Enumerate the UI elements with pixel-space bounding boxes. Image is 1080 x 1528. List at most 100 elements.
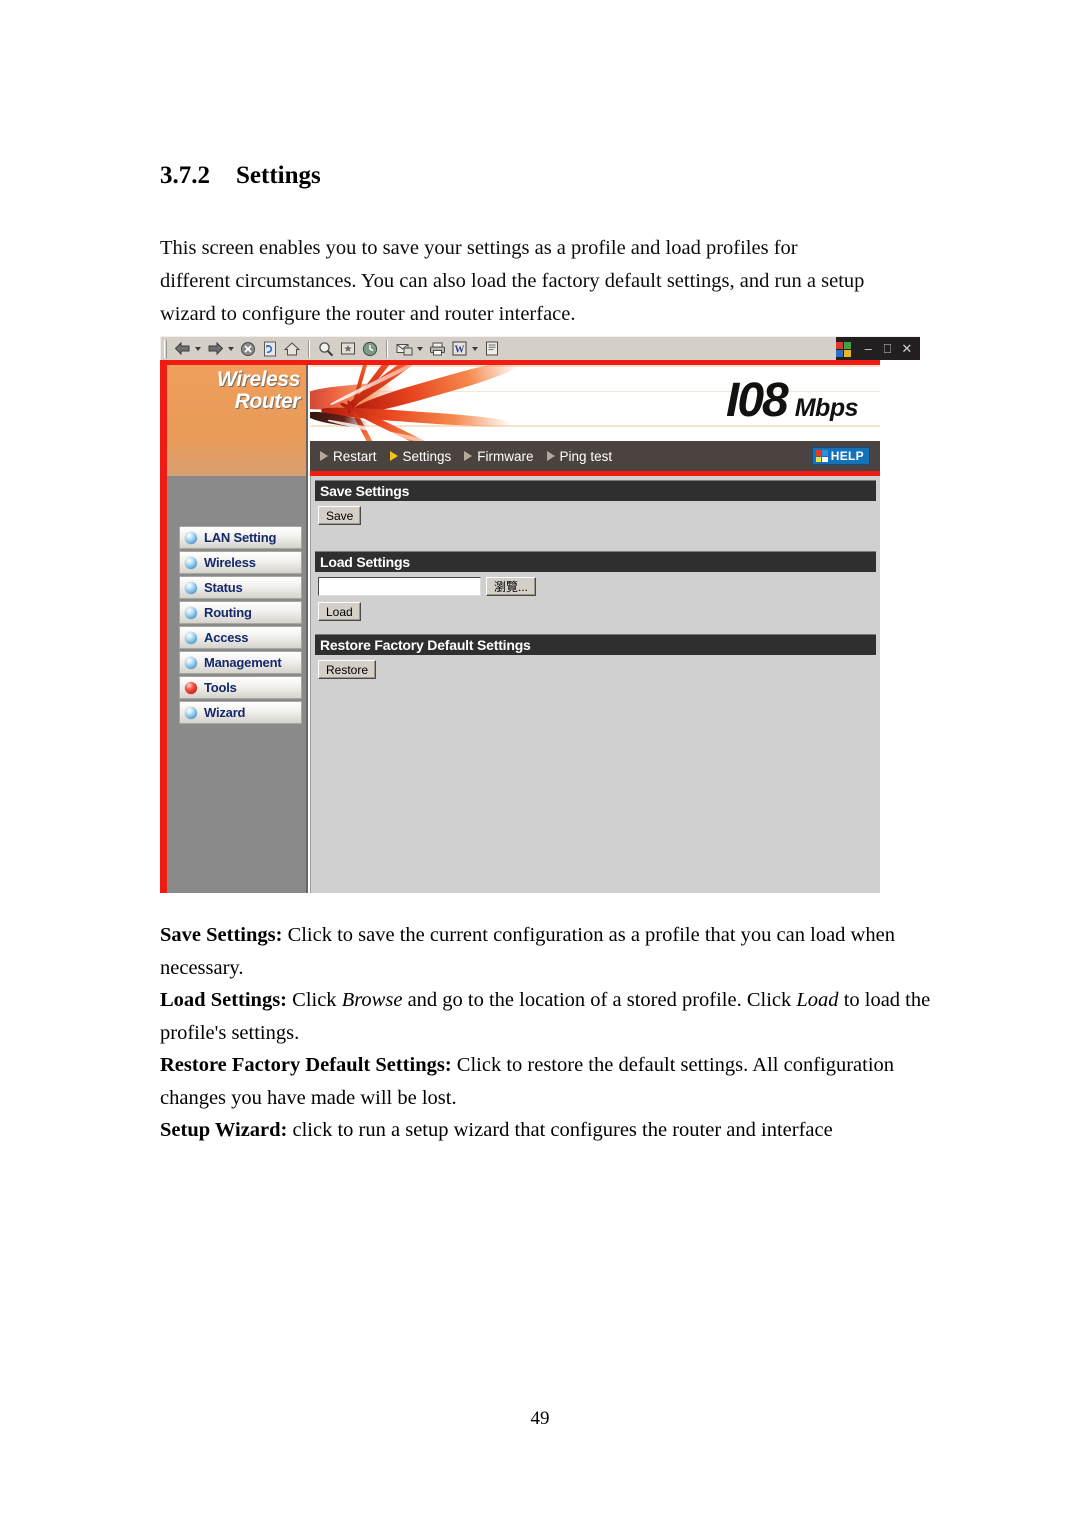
svg-text:W: W — [454, 345, 464, 356]
nav-item-settings[interactable]: Settings — [389, 448, 452, 464]
sidebar-item-label: Status — [204, 580, 243, 595]
sidebar-item-label: LAN Setting — [204, 530, 277, 545]
triangle-icon — [320, 451, 328, 461]
restore-button[interactable]: ⎕ — [881, 342, 893, 355]
settings-file-input[interactable] — [318, 577, 481, 596]
toolbar-separator — [308, 339, 310, 358]
description-text: click to run a setup wizard that configu… — [287, 1119, 833, 1141]
nav-item-ping-test[interactable]: Ping test — [546, 448, 613, 464]
content-panel: Save Settings Save Load Settings 瀏覽... L… — [310, 476, 880, 893]
stop-icon[interactable] — [238, 339, 258, 358]
sidebar-item-management[interactable]: Management — [179, 651, 302, 674]
discuss-icon[interactable] — [482, 339, 502, 358]
brand-logo-line2: Router — [234, 390, 301, 413]
history-icon[interactable] — [360, 339, 380, 358]
window-controls: – ⎕ ✕ — [835, 337, 920, 361]
top-nav: Restart Settings Firmware Ping test HELP — [310, 441, 880, 471]
back-dropdown-icon[interactable] — [193, 339, 202, 358]
home-icon[interactable] — [282, 339, 302, 358]
nav-label: Ping test — [559, 448, 613, 464]
save-settings-header: Save Settings — [315, 480, 876, 501]
description-text-b: and go to the location of a stored profi… — [402, 989, 797, 1011]
sidebar-item-label: Wizard — [204, 705, 246, 720]
page-title: 3.7.2 Settings — [160, 162, 321, 190]
minimize-button[interactable]: – — [862, 342, 874, 355]
favorites-icon[interactable] — [338, 339, 358, 358]
description-term: Load Settings: — [160, 989, 288, 1011]
description-restore-defaults: Restore Factory Default Settings: Click … — [160, 1049, 950, 1114]
heading-text: Settings — [236, 162, 321, 189]
edit-icon[interactable]: W — [449, 339, 469, 358]
help-label: HELP — [830, 449, 864, 463]
print-icon[interactable] — [427, 339, 447, 358]
description-text-a: Click — [287, 989, 342, 1011]
save-settings-body: Save — [315, 501, 876, 534]
edit-dropdown-icon[interactable] — [470, 339, 479, 358]
browser-toolbar: W – ⎕ ✕ — [160, 336, 920, 361]
sidebar-item-label: Tools — [204, 680, 237, 695]
brand-logo-line1: Wireless — [217, 368, 300, 391]
save-button[interactable]: Save — [318, 506, 362, 525]
toolbar-grip[interactable] — [164, 339, 167, 358]
nav-item-restart[interactable]: Restart — [320, 449, 377, 464]
brand-logo: Wireless Router — [217, 369, 300, 413]
bullet-icon — [185, 606, 197, 619]
windows-logo-icon — [835, 341, 852, 357]
bullet-icon — [185, 631, 197, 644]
sidebar-item-label: Routing — [204, 605, 252, 620]
file-picker-row: 瀏覽... — [318, 577, 876, 596]
sidebar-item-wizard[interactable]: Wizard — [179, 701, 302, 724]
close-button[interactable]: ✕ — [901, 342, 913, 355]
forward-dropdown-icon[interactable] — [226, 339, 235, 358]
description-term: Restore Factory Default Settings: — [160, 1054, 452, 1076]
help-icon — [815, 450, 828, 462]
load-settings-header: Load Settings — [315, 551, 876, 572]
nav-label: Settings — [402, 448, 452, 464]
sidebar-item-routing[interactable]: Routing — [179, 601, 302, 624]
intro-line-2: different circumstances. You can also lo… — [160, 270, 865, 292]
triangle-icon — [389, 451, 398, 461]
nav-item-firmware[interactable]: Firmware — [464, 448, 534, 464]
row-gap — [318, 596, 876, 602]
speed-unit: Mbps — [794, 394, 859, 422]
sidebar-item-label: Management — [204, 655, 282, 670]
banner-burst-graphic — [310, 365, 557, 441]
sidebar-menu: LAN Setting Wireless Status Routing Acce… — [167, 476, 308, 893]
description-emphasis-browse: Browse — [341, 989, 403, 1011]
browser-window-screenshot: W – ⎕ ✕ Wireless Router I08 Mbps Restart… — [160, 336, 920, 903]
speed-logo: I08 Mbps — [726, 377, 859, 425]
restore-defaults-header: Restore Factory Default Settings — [315, 634, 876, 655]
sidebar-item-access[interactable]: Access — [179, 626, 302, 649]
bullet-icon-active — [185, 681, 197, 694]
intro-line-3: wizard to configure the router and route… — [160, 303, 576, 325]
refresh-icon[interactable] — [260, 339, 280, 358]
sidebar-item-lan-setting[interactable]: LAN Setting — [179, 526, 302, 549]
description-load-settings: Load Settings: Click Browse and go to th… — [160, 984, 950, 1049]
triangle-icon — [546, 451, 555, 461]
triangle-icon — [464, 451, 473, 461]
sidebar-item-label: Access — [204, 630, 249, 645]
mail-dropdown-icon[interactable] — [415, 339, 424, 358]
back-icon[interactable] — [172, 339, 192, 358]
bullet-icon — [185, 706, 197, 719]
bullet-icon — [185, 581, 197, 594]
intro-paragraph: This screen enables you to save your set… — [160, 232, 920, 331]
search-icon[interactable] — [316, 339, 336, 358]
screenshot-right-margin — [880, 360, 920, 903]
intro-line-1: This screen enables you to save your set… — [160, 237, 798, 259]
description-emphasis-load: Load — [796, 989, 839, 1011]
load-button[interactable]: Load — [318, 602, 361, 621]
sidebar-item-tools[interactable]: Tools — [179, 676, 302, 699]
sidebar-item-status[interactable]: Status — [179, 576, 302, 599]
nav-label: Firmware — [477, 448, 534, 464]
browse-button[interactable]: 瀏覽... — [486, 577, 537, 596]
help-button[interactable]: HELP — [811, 447, 870, 465]
sidebar-item-wireless[interactable]: Wireless — [179, 551, 302, 574]
document-page: 3.7.2 Settings This screen enables you to… — [0, 0, 1080, 1528]
sidebar-item-label: Wireless — [204, 555, 256, 570]
forward-icon[interactable] — [205, 339, 225, 358]
mail-icon[interactable] — [394, 339, 414, 358]
restore-button[interactable]: Restore — [318, 660, 377, 679]
description-term: Save Settings: — [160, 924, 283, 946]
